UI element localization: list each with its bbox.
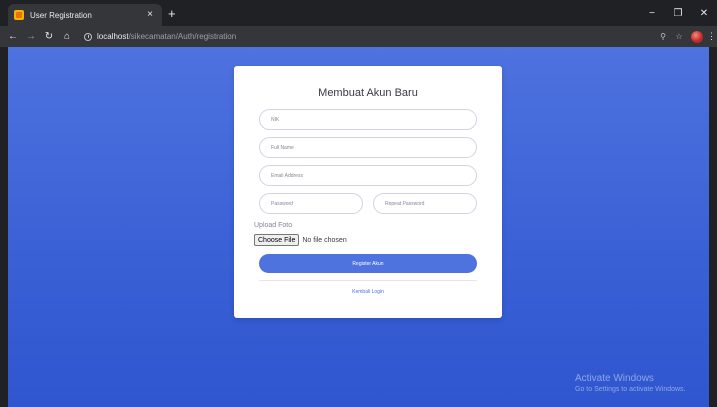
- email-input[interactable]: Email Address: [259, 165, 477, 186]
- url-path: /sikecamatan/Auth/registration: [128, 32, 237, 41]
- minimize-button[interactable]: −: [639, 8, 665, 19]
- site-info-icon[interactable]: [84, 32, 92, 41]
- tab-user-registration[interactable]: User Registration ×: [8, 4, 162, 26]
- tab-title: User Registration: [30, 10, 92, 20]
- register-button[interactable]: Register Akun: [259, 254, 477, 273]
- profile-avatar[interactable]: [691, 30, 703, 43]
- watermark-title: Activate Windows: [575, 373, 654, 384]
- divider: [259, 280, 477, 281]
- watermark-subtitle: Go to Settings to activate Windows.: [575, 386, 686, 393]
- favicon-icon: [14, 10, 24, 20]
- nik-input[interactable]: NIK: [259, 109, 477, 130]
- forward-arrow-icon[interactable]: →: [24, 31, 38, 42]
- page-viewport: Membuat Akun Baru NIK Full Name Email Ad…: [8, 47, 709, 407]
- tab-close-icon[interactable]: ×: [144, 10, 156, 20]
- back-arrow-icon[interactable]: ←: [6, 31, 20, 42]
- activate-windows-watermark: Activate Windows Go to Settings to activ…: [575, 373, 686, 393]
- bookmark-star-icon[interactable]: ☆: [671, 32, 687, 41]
- file-input: Choose File No file chosen: [254, 234, 347, 246]
- window-controls: − ❐ ✕: [639, 0, 717, 26]
- tab-strip: User Registration × + − ❐ ✕: [0, 0, 717, 26]
- upload-photo-label: Upload Foto: [254, 222, 293, 229]
- browser-menu-icon[interactable]: ⋮: [707, 31, 716, 42]
- url-host: localhost: [97, 32, 129, 41]
- registration-card: Membuat Akun Baru NIK Full Name Email Ad…: [234, 66, 502, 318]
- repeat-password-input[interactable]: Repeat Password: [373, 193, 477, 214]
- password-input[interactable]: Password: [259, 193, 363, 214]
- back-to-login-link[interactable]: Kembali Login: [234, 289, 502, 295]
- file-status-text: No file chosen: [302, 236, 347, 244]
- full-name-input[interactable]: Full Name: [259, 137, 477, 158]
- address-bar[interactable]: localhost/sikecamatan/Auth/registration: [82, 29, 651, 44]
- reload-icon[interactable]: ↻: [42, 31, 56, 42]
- toolbar-actions: ⚲ ☆ ⋮: [655, 30, 716, 43]
- choose-file-button[interactable]: Choose File: [254, 234, 300, 246]
- restore-button[interactable]: ❐: [665, 8, 691, 19]
- home-icon[interactable]: ⌂: [60, 31, 74, 42]
- page-title: Membuat Akun Baru: [318, 87, 418, 99]
- browser-window: User Registration × + − ❐ ✕ ← → ↻ ⌂ loca…: [0, 0, 717, 407]
- close-window-button[interactable]: ✕: [691, 8, 717, 19]
- browser-toolbar: ← → ↻ ⌂ localhost/sikecamatan/Auth/regis…: [0, 26, 717, 47]
- zoom-icon[interactable]: ⚲: [655, 32, 671, 41]
- new-tab-button[interactable]: +: [168, 7, 176, 20]
